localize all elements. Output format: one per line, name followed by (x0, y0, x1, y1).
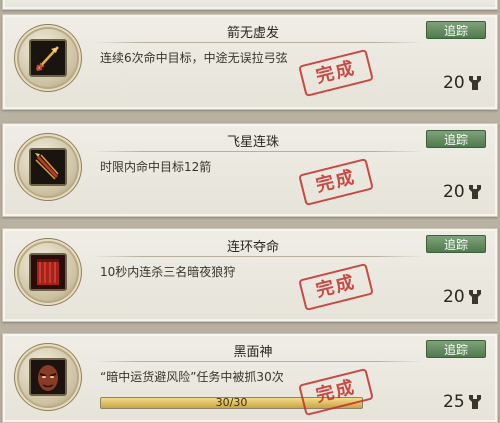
arrow-bundle-icon (31, 150, 65, 184)
completed-stamp: 完成 (298, 49, 374, 97)
completed-stamp: 完成 (298, 158, 374, 206)
reward-value: 20 (443, 287, 465, 307)
achievement-card: 箭无虚发 连续6次命中目标，中途无误拉弓弦 完成 追踪 20 (2, 14, 498, 110)
achievement-title: 黑面神 (233, 345, 273, 360)
reward-value: 25 (443, 392, 465, 412)
track-button[interactable]: 追踪 (426, 130, 486, 148)
achievement-medal (19, 29, 77, 87)
achievement-description: 时限内命中目标12箭 (100, 160, 212, 174)
achievement-description: 连续6次命中目标，中途无误拉弓弦 (100, 51, 288, 65)
achievement-title: 箭无虚发 (226, 26, 279, 41)
achievement-medal (19, 138, 77, 196)
reward-points: 20 (443, 287, 483, 307)
track-button[interactable]: 追踪 (426, 235, 486, 253)
horn-icon (468, 185, 481, 199)
achievement-card: 连环夺命 10秒内连杀三名暗夜狼狩 完成 追踪 20 (2, 228, 498, 322)
previous-achievement-card-edge (2, 0, 498, 10)
reward-value: 20 (443, 73, 465, 93)
completed-stamp: 完成 (298, 263, 374, 311)
golden-arrow-icon (31, 41, 65, 75)
achievement-title: 连环夺命 (226, 240, 279, 255)
title-divider (93, 361, 423, 362)
track-button[interactable]: 追踪 (426, 340, 486, 358)
horn-icon (468, 76, 481, 90)
title-divider (93, 151, 423, 152)
horn-icon (468, 395, 481, 409)
achievement-card: 黑面神 “暗中运货避风险”任务中被抓30次 30/30 完成 追踪 25 (2, 333, 498, 423)
title-divider (93, 42, 423, 43)
reward-points: 25 (443, 392, 483, 412)
reward-points: 20 (443, 182, 483, 202)
achievement-medal (19, 243, 77, 301)
achievement-title: 飞星连珠 (226, 135, 279, 150)
track-button[interactable]: 追踪 (426, 21, 486, 39)
dark-face-icon (31, 360, 65, 394)
achievement-card: 飞星连珠 时限内命中目标12箭 完成 追踪 20 (2, 123, 498, 217)
achievement-medal (19, 348, 77, 406)
reward-points: 20 (443, 73, 483, 93)
reward-value: 20 (443, 182, 465, 202)
horn-icon (468, 290, 481, 304)
title-divider (93, 256, 423, 257)
red-banner-icon (31, 255, 65, 289)
achievement-description: 10秒内连杀三名暗夜狼狩 (100, 265, 236, 279)
achievement-description: “暗中运货避风险”任务中被抓30次 (100, 370, 284, 384)
